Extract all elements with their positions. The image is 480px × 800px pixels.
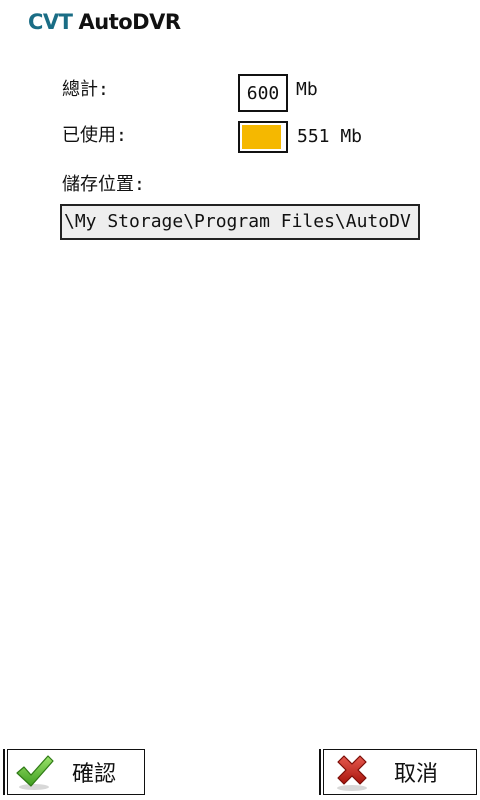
total-value: 600 [246,82,280,104]
cancel-button[interactable]: 取消 [323,749,477,795]
total-label: 總計: [62,79,109,100]
cancel-button-edge-mark [319,749,321,795]
used-value: 551 Mb [297,126,363,147]
confirm-button-label: 確認 [72,762,117,787]
x-icon [337,755,367,791]
checkmark-icon [16,755,54,790]
total-unit: Mb [296,79,318,100]
brand-cvt: CVT [28,10,73,34]
total-value-box: 600 [238,74,288,112]
app-header: CVT AutoDVR [28,9,181,35]
used-progress-fill [242,125,281,149]
storage-location-path[interactable]: \My Storage\Program Files\AutoDV [60,204,420,240]
used-progress-bar [238,121,288,153]
storage-location-label: 儲存位置: [62,174,145,195]
ok-button-edge-mark [3,749,5,795]
brand-autodvr: AutoDVR [78,10,182,34]
confirm-button[interactable]: 確認 [7,749,145,795]
used-label: 已使用: [62,125,127,146]
cancel-button-label: 取消 [394,762,439,787]
